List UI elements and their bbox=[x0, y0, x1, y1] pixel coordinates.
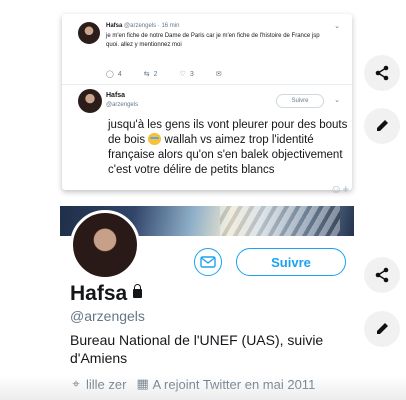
tweet-card: Hafsa @arzengels · 16 min ⌄ je m'en fich… bbox=[62, 14, 352, 196]
retweet-count: 2 bbox=[153, 70, 158, 78]
tweet-text: je m'en fiche de notre Dame de Paris car… bbox=[106, 33, 320, 48]
retweet-button[interactable]: ⇆ 2 bbox=[143, 70, 158, 79]
share-icon bbox=[375, 267, 389, 283]
add-reaction-icon[interactable]: ☺+ bbox=[330, 182, 349, 196]
tweet-header: Hafsa @arzengels · 16 min bbox=[106, 23, 179, 29]
message-button[interactable] bbox=[194, 248, 222, 276]
profile-name: Hafsa bbox=[70, 282, 143, 306]
tweet-text: jusqu'à les gens ils vont pleurer pour d… bbox=[108, 118, 348, 178]
reply-icon: ◯ bbox=[106, 71, 114, 78]
mail-icon: ✉ bbox=[215, 71, 222, 78]
reply-count: 4 bbox=[117, 70, 122, 78]
pencil-icon bbox=[377, 323, 388, 334]
profile-name-text: Hafsa bbox=[70, 282, 128, 305]
like-count: 3 bbox=[189, 70, 194, 78]
crying-face-emoji-icon bbox=[148, 133, 162, 145]
profile-bio: Bureau National de l'UNEF (UAS), suivie … bbox=[70, 332, 324, 366]
follow-button[interactable]: Suivre bbox=[276, 94, 324, 108]
avatar[interactable] bbox=[78, 89, 102, 113]
mail-icon bbox=[200, 256, 216, 268]
chevron-down-icon[interactable]: ⌄ bbox=[334, 96, 340, 104]
location-pin-icon: ⌖ bbox=[72, 376, 80, 391]
edit-button[interactable] bbox=[364, 311, 400, 347]
profile-joined: A rejoint Twitter en mai 2011 bbox=[152, 376, 316, 392]
reply-button[interactable]: ◯ 4 bbox=[106, 70, 122, 79]
edit-button[interactable] bbox=[364, 108, 400, 144]
avatar[interactable] bbox=[78, 22, 100, 44]
tweet-author-handle[interactable]: @arzengels bbox=[106, 102, 138, 108]
profile-avatar[interactable] bbox=[70, 210, 140, 280]
profile-location: lille zer bbox=[86, 376, 127, 392]
profile-handle: @arzengels bbox=[70, 308, 145, 324]
follow-button[interactable]: Suivre bbox=[236, 248, 346, 276]
pencil-icon bbox=[377, 120, 388, 131]
calendar-icon: ▦ bbox=[136, 376, 149, 391]
chevron-down-icon[interactable]: ⌄ bbox=[334, 22, 340, 30]
profile-meta: ⌖ lille zer ▦ A rejoint Twitter en mai 2… bbox=[70, 376, 315, 392]
divider bbox=[62, 84, 352, 85]
lock-icon bbox=[133, 284, 143, 298]
retweet-icon: ⇆ bbox=[143, 71, 150, 78]
tweet-actions: ◯ 4 ⇆ 2 ♡ 3 ✉ bbox=[106, 70, 222, 79]
tweet-author-name[interactable]: Hafsa bbox=[106, 92, 125, 99]
like-button[interactable]: ♡ 3 bbox=[179, 70, 194, 79]
tweet-meta: @arzengels · 16 min bbox=[124, 23, 180, 29]
share-button[interactable] bbox=[364, 55, 400, 91]
tweet-author-name[interactable]: Hafsa bbox=[106, 23, 122, 29]
heart-icon: ♡ bbox=[179, 71, 186, 78]
share-icon bbox=[375, 65, 389, 81]
share-button[interactable] bbox=[364, 257, 400, 293]
dm-button[interactable]: ✉ bbox=[216, 70, 222, 78]
